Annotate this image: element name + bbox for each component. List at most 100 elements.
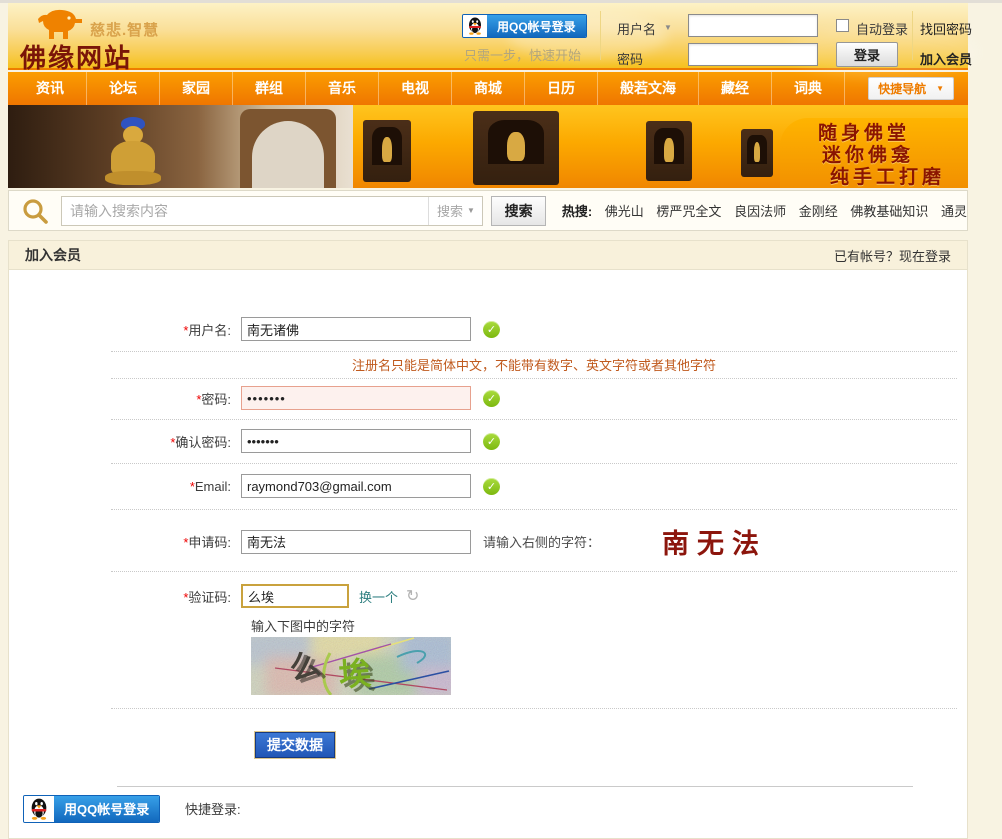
chevron-down-icon[interactable]: ▼ (664, 23, 672, 32)
password-row: *密码: ✓ (9, 385, 967, 411)
join-member-link[interactable]: 加入会员 (920, 49, 972, 68)
existing-account-link[interactable]: 已有帐号？现在登录 (834, 246, 951, 265)
svg-text:埃: 埃 (338, 655, 373, 693)
captcha-row: *验证码: 换一个 ↻ (9, 583, 967, 609)
nav-item-canon[interactable]: 藏经 (699, 72, 772, 105)
page-column: 慈悲.智慧 佛缘网站 用QQ帐号登录 只需一步，快速开始 (8, 3, 968, 839)
email-row: *Email: ✓ (9, 473, 967, 499)
captcha-change-link[interactable]: 换一个 (359, 587, 398, 606)
quick-login-label: 快捷登录: (185, 799, 241, 818)
nav-item-dictionary[interactable]: 词典 (772, 72, 845, 105)
captcha-label: *验证码: (9, 587, 241, 606)
hot-search-link[interactable]: 楞严咒全文 (656, 204, 721, 219)
apply-code-input[interactable] (241, 530, 471, 554)
qq-quick-login-button[interactable]: 用QQ帐号登录 (23, 795, 160, 823)
nav-item-home[interactable]: 家园 (160, 72, 233, 105)
dotted-separator (111, 463, 957, 464)
registration-form: *用户名: ✓ 注册名只能是简体中文，不能带有数字、英文字符或者其他字符 *密码… (9, 270, 967, 838)
elephant-logo-icon (38, 9, 82, 41)
search-button[interactable]: 搜索 (491, 196, 545, 226)
shrine-box-graphic (741, 129, 773, 177)
dotted-separator (111, 571, 957, 572)
email-input[interactable] (241, 474, 471, 498)
qq-penguin-icon (463, 15, 487, 37)
hot-search-link[interactable]: 良因法师 (734, 204, 786, 219)
registration-panel: 加入会员 已有帐号？现在登录 *用户名: ✓ 注册名只能是简体中文，不能带有数字… (8, 240, 968, 839)
search-input-wrap: 搜索 ▼ (61, 196, 483, 226)
chevron-down-icon: ▼ (467, 206, 475, 215)
quick-nav-button[interactable]: 快捷导航 ▼ (868, 77, 954, 100)
quick-login-row: 快捷登录: (9, 799, 967, 818)
header-username-label: 用户名 (617, 19, 656, 38)
qq-penguin-icon (24, 796, 54, 822)
apply-code-row: *申请码: 请输入右侧的字符： 南无法 (9, 522, 967, 561)
buddha-photo (8, 105, 353, 188)
confirm-password-input[interactable] (241, 429, 471, 453)
site-slogan: 慈悲.智慧 (90, 19, 159, 40)
username-input[interactable] (241, 317, 471, 341)
refresh-icon[interactable]: ↻ (406, 586, 419, 606)
captcha-below-hint: 输入下图中的字符 (251, 616, 967, 635)
nav-item-groups[interactable]: 群组 (233, 72, 306, 105)
hot-search: 热搜: 佛光山 楞严咒全文 良因法师 金刚经 佛教基础知识 通灵 (562, 201, 967, 220)
username-row: *用户名: ✓ (9, 316, 967, 342)
hot-search-link[interactable]: 金刚经 (799, 204, 838, 219)
email-label: *Email: (9, 479, 241, 494)
check-icon: ✓ (483, 321, 500, 338)
hot-search-link[interactable]: 佛教基础知识 (850, 204, 928, 219)
header-password-input[interactable] (688, 43, 818, 66)
search-scope-dropdown[interactable]: 搜索 ▼ (428, 197, 482, 225)
username-note: 注册名只能是简体中文，不能带有数字、英文字符或者其他字符 (111, 355, 957, 374)
shrine-box-graphic (363, 120, 411, 182)
chevron-down-icon: ▼ (936, 84, 944, 93)
hot-search-label: 热搜: (562, 204, 592, 219)
nav-item-music[interactable]: 音乐 (306, 72, 379, 105)
banner-line-2: 迷你佛龛 (822, 144, 968, 166)
hot-search-link[interactable]: 佛光山 (605, 204, 644, 219)
hot-search-link[interactable]: 通灵 (941, 204, 967, 219)
submit-row: 提交数据 (255, 732, 967, 758)
submit-button[interactable]: 提交数据 (255, 732, 335, 758)
nav-item-news[interactable]: 资讯 (14, 72, 87, 105)
search-input[interactable] (62, 198, 428, 224)
promo-banner[interactable]: 随身佛堂 迷你佛龛 纯手工打磨 (8, 105, 968, 188)
panel-header: 加入会员 已有帐号？现在登录 (9, 241, 967, 270)
nav-item-mall[interactable]: 商城 (452, 72, 525, 105)
captcha-input[interactable] (241, 584, 349, 608)
qq-login-button[interactable]: 用QQ帐号登录 (462, 14, 587, 38)
banner-text-panel: 随身佛堂 迷你佛龛 纯手工打磨 (780, 118, 968, 188)
search-icon (21, 197, 49, 225)
header-divider (600, 11, 601, 60)
shrine-box-graphic (473, 111, 559, 185)
nav-item-calendar[interactable]: 日历 (525, 72, 598, 105)
nav-item-scriptures[interactable]: 般若文海 (598, 72, 699, 105)
login-button[interactable]: 登录 (836, 42, 898, 67)
qq-quick-login-label: 用QQ帐号登录 (54, 796, 159, 822)
username-label: *用户名: (9, 320, 241, 339)
wooden-arch-graphic (240, 109, 336, 188)
banner-line-3: 纯手工打磨 (830, 166, 968, 188)
horizontal-divider (117, 786, 913, 787)
password-input[interactable] (241, 386, 471, 410)
header-username-input[interactable] (688, 14, 818, 37)
qq-login-hint: 只需一步，快速开始 (464, 45, 581, 64)
dotted-separator (111, 419, 957, 420)
header-password-label: 密码 (617, 49, 643, 68)
search-scope-label: 搜索 (437, 201, 463, 220)
auto-login-checkbox[interactable] (836, 19, 849, 32)
confirm-password-row: *确认密码: ✓ (9, 428, 967, 454)
nav-item-forum[interactable]: 论坛 (87, 72, 160, 105)
panel-title: 加入会员 (25, 245, 81, 265)
dotted-separator (111, 378, 957, 379)
dotted-separator (111, 509, 957, 510)
apply-code-characters: 南无法 (662, 522, 767, 561)
nav-item-tv[interactable]: 电视 (379, 72, 452, 105)
confirm-password-label: *确认密码: (9, 432, 241, 451)
apply-code-label: *申请码: (9, 532, 241, 551)
captcha-image[interactable]: 么 么 埃 埃 (251, 637, 451, 695)
find-password-link[interactable]: 找回密码 (920, 19, 972, 38)
auto-login-label: 自动登录 (856, 19, 908, 38)
main-navigation: 资讯 论坛 家园 群组 音乐 电视 商城 日历 般若文海 藏经 词典 快捷导航 … (8, 72, 968, 105)
check-icon: ✓ (483, 478, 500, 495)
apply-code-hint: 请输入右侧的字符： (483, 532, 600, 551)
